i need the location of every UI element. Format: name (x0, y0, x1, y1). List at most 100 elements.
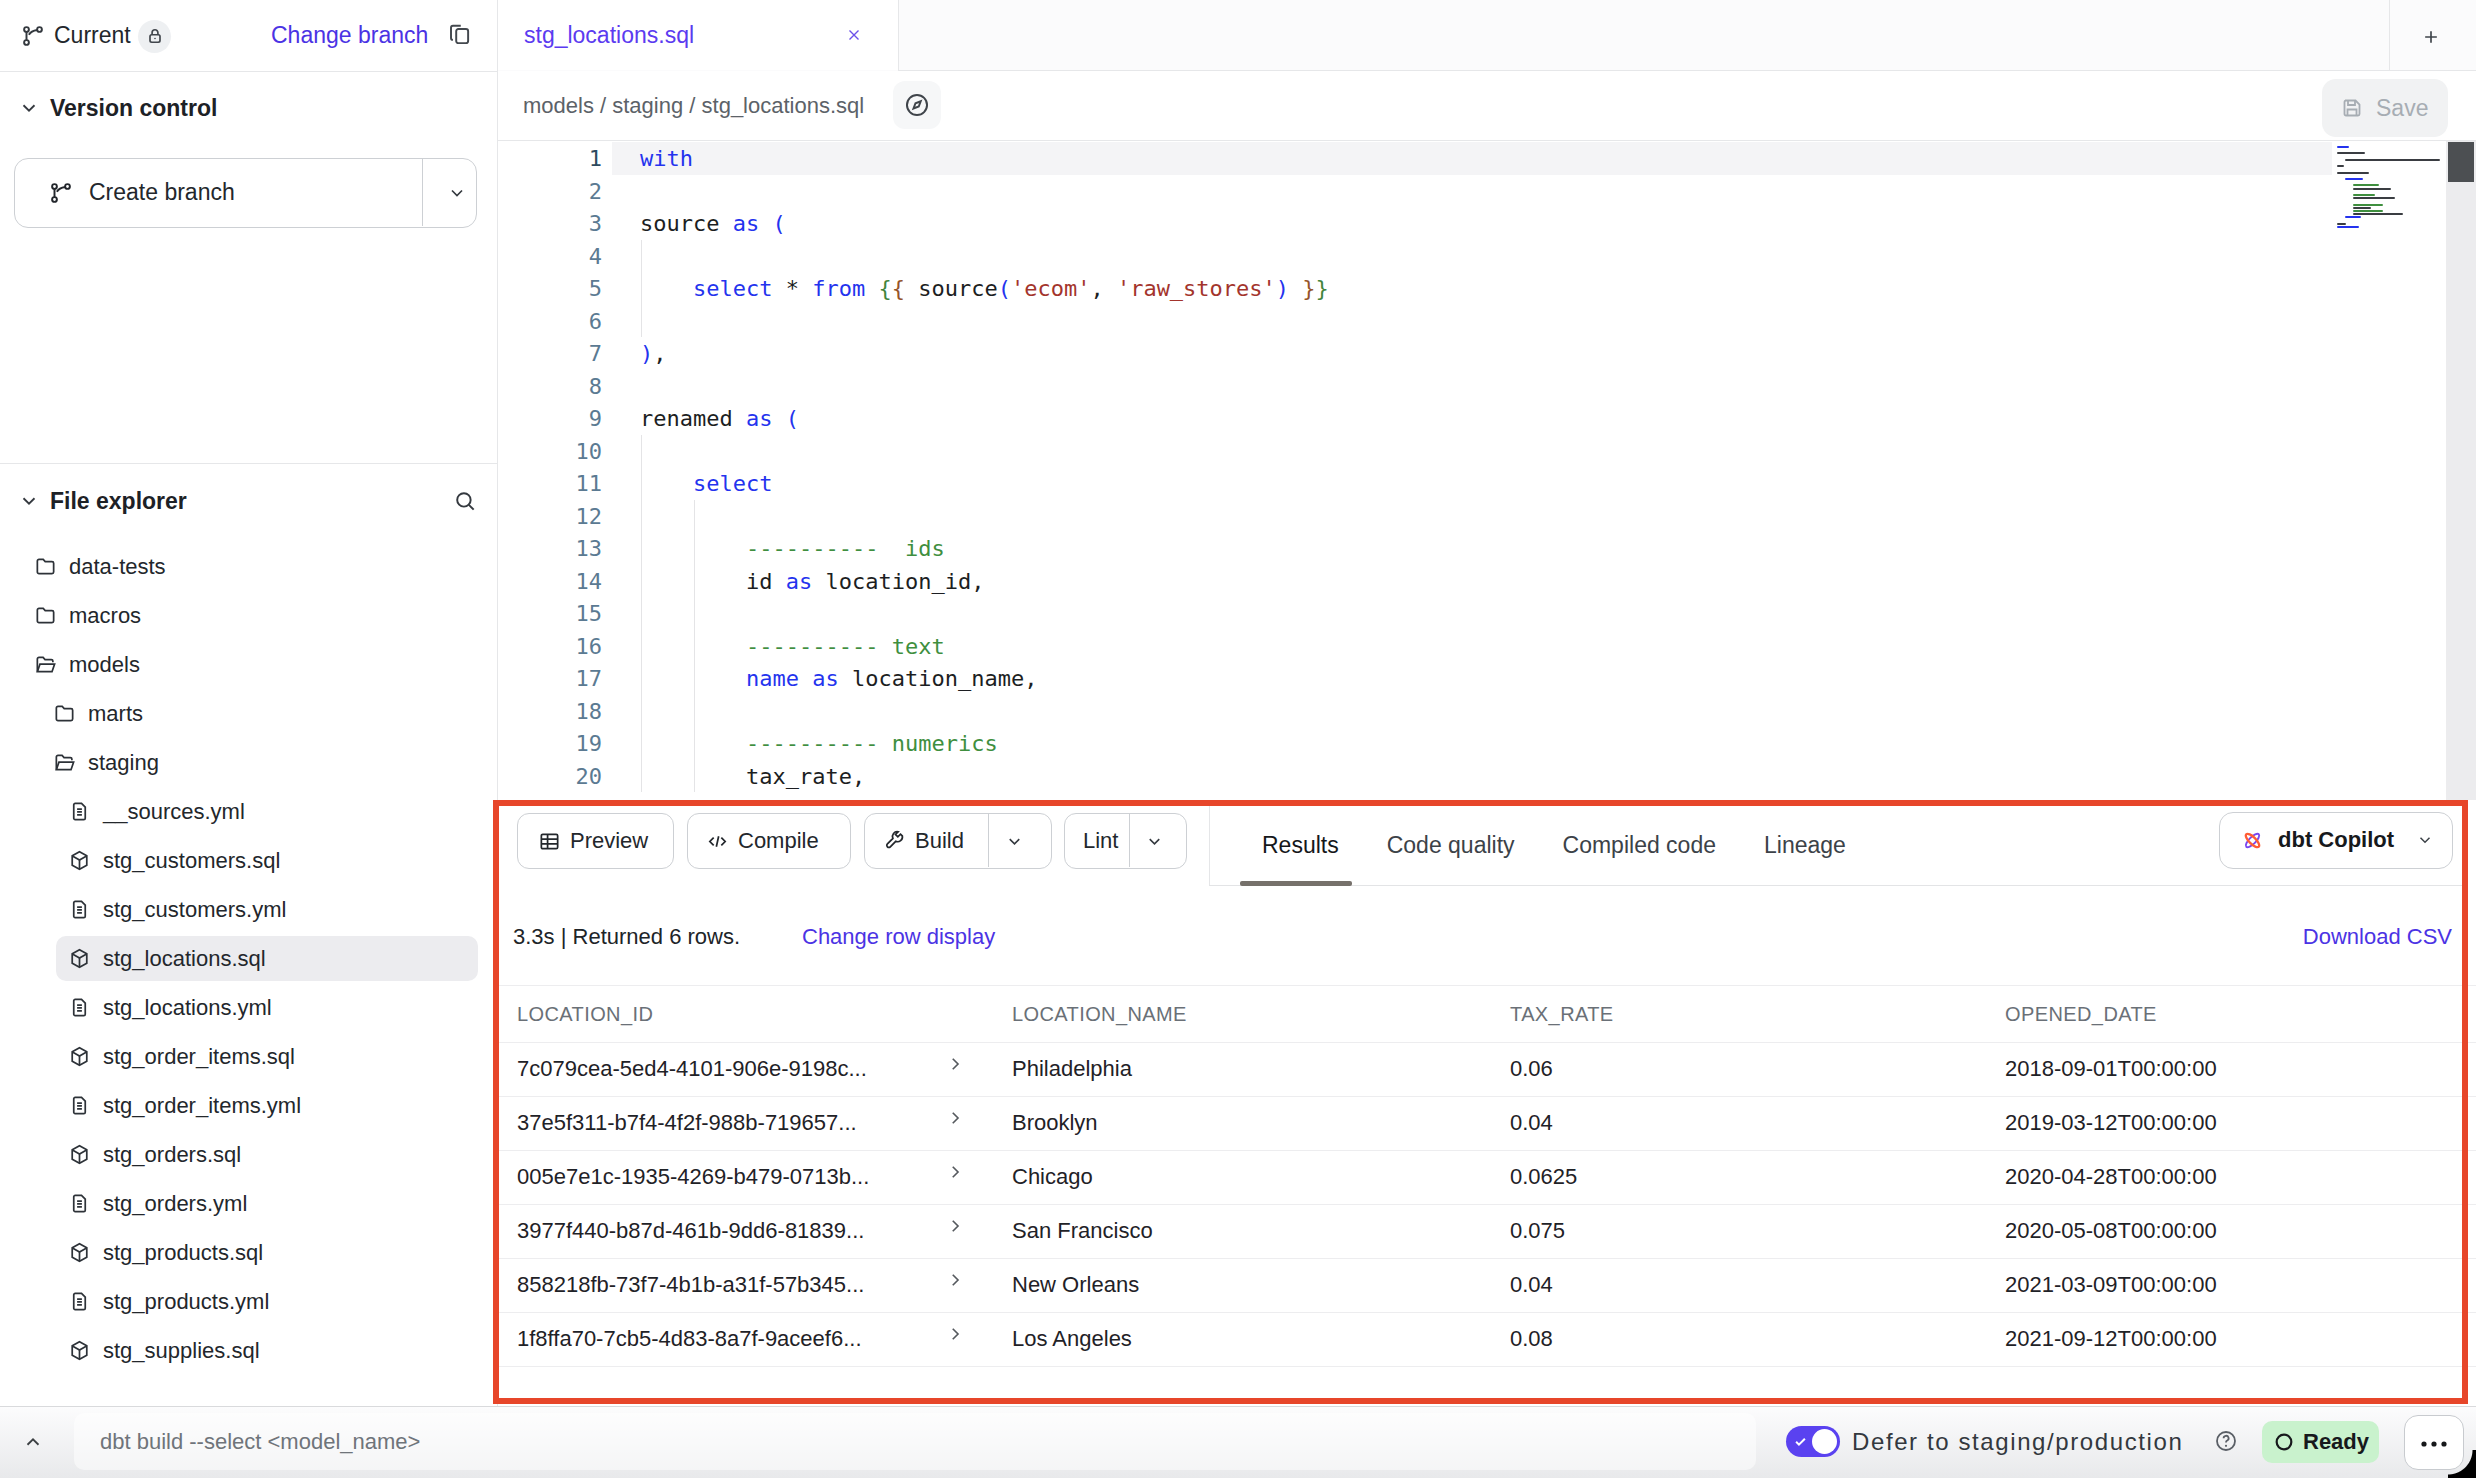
create-branch-dropdown[interactable] (447, 183, 467, 203)
file-tree-item--sources-yml[interactable]: __sources.yml (0, 787, 497, 836)
panel-tab-compiled-code[interactable]: Compiled code (1563, 832, 1716, 859)
check-icon (1793, 1434, 1808, 1449)
expand-row-chevron-icon[interactable] (946, 1217, 964, 1235)
file-tree-item-stg-locations-yml[interactable]: stg_locations.yml (0, 983, 497, 1032)
model-icon (68, 849, 91, 872)
file-tree-item-stg-customers-yml[interactable]: stg_customers.yml (0, 885, 497, 934)
line-number: 5 (498, 272, 602, 305)
file-name: stg_customers.yml (103, 885, 286, 934)
dbt-copilot-button[interactable]: dbt Copilot (2219, 812, 2453, 869)
breadcrumb: models / staging / stg_locations.sql (523, 71, 864, 140)
file-name: data-tests (69, 542, 166, 591)
file-name: macros (69, 591, 141, 640)
minimap-line (2337, 223, 2346, 225)
line-number: 13 (498, 532, 602, 565)
model-icon (68, 1045, 91, 1068)
compass-button[interactable] (893, 81, 941, 129)
file-tree-item-models[interactable]: models (0, 640, 497, 689)
panel-tab-results[interactable]: Results (1262, 832, 1339, 859)
build-dropdown-chevron[interactable] (1005, 832, 1024, 851)
file-tree-item-marts[interactable]: marts (0, 689, 497, 738)
code-line-11: select (640, 467, 772, 500)
column-header-location_id[interactable]: LOCATION_ID (517, 986, 653, 1042)
save-button[interactable]: Save (2322, 79, 2448, 137)
minimap-line (2353, 197, 2395, 199)
file-tree-item-stg-orders-yml[interactable]: stg_orders.yml (0, 1179, 497, 1228)
file-name: __sources.yml (103, 787, 245, 836)
file-name: stg_supplies.sql (103, 1326, 260, 1375)
panel-tab-code-quality[interactable]: Code quality (1387, 832, 1515, 859)
file-tree-item-staging[interactable]: staging (0, 738, 497, 787)
tab-title[interactable]: stg_locations.sql (524, 0, 694, 70)
code-line-9: renamed as ( (640, 402, 799, 435)
column-header-opened_date[interactable]: OPENED_DATE (2005, 986, 2157, 1042)
lint-button[interactable]: Lint (1064, 813, 1187, 869)
defer-label: Defer to staging/production (1852, 1406, 2183, 1478)
column-header-location_name[interactable]: LOCATION_NAME (1012, 986, 1187, 1042)
version-control-chevron-icon[interactable] (18, 97, 40, 119)
new-tab-plus-icon[interactable] (2421, 27, 2441, 47)
cell: 0.0625 (1510, 1150, 1577, 1204)
editor-scrollbar-track[interactable] (2446, 141, 2476, 800)
file-tree-item-stg-products-sql[interactable]: stg_products.sql (0, 1228, 497, 1277)
expand-row-chevron-icon[interactable] (946, 1055, 964, 1073)
compile-button[interactable]: Compile (687, 813, 851, 869)
file-tree-item-stg-order-items-sql[interactable]: stg_order_items.sql (0, 1032, 497, 1081)
panel-tab-lineage[interactable]: Lineage (1764, 832, 1846, 859)
code-line-14: id as location_id, (640, 565, 984, 598)
cell: Philadelphia (1012, 1042, 1132, 1096)
copy-icon[interactable] (447, 22, 473, 48)
create-branch-split-divider (422, 159, 423, 226)
cell: 37e5f311-b7f4-4f2f-988b-719657... (517, 1096, 857, 1150)
file-tree-item-stg-supplies-sql[interactable]: stg_supplies.sql (0, 1326, 497, 1375)
close-icon[interactable] (845, 26, 863, 44)
editor-scrollbar-thumb[interactable] (2448, 142, 2474, 182)
preview-label: Preview (570, 814, 648, 867)
expand-row-chevron-icon[interactable] (946, 1325, 964, 1343)
file-tree-item-stg-products-yml[interactable]: stg_products.yml (0, 1277, 497, 1326)
file-tree-item-macros[interactable]: macros (0, 591, 497, 640)
create-branch-button[interactable]: Create branch (14, 158, 477, 228)
cell: 2020-04-28T00:00:00 (2005, 1150, 2217, 1204)
change-branch-link[interactable]: Change branch (271, 0, 428, 71)
search-icon[interactable] (452, 488, 478, 514)
line-number: 11 (498, 467, 602, 500)
lint-dropdown-chevron[interactable] (1145, 832, 1164, 851)
file-tree-item-stg-orders-sql[interactable]: stg_orders.sql (0, 1130, 497, 1179)
help-question-icon[interactable] (2214, 1429, 2238, 1453)
chevron-up-icon[interactable] (22, 1431, 44, 1453)
model-icon (68, 1339, 91, 1362)
expand-row-chevron-icon[interactable] (946, 1163, 964, 1181)
model-icon (68, 1241, 91, 1264)
compile-label: Compile (738, 814, 819, 867)
file-name: stg_products.yml (103, 1277, 269, 1326)
command-input[interactable]: dbt build --select <model_name> (74, 1413, 1756, 1470)
copilot-dropdown-chevron[interactable] (2416, 831, 2434, 849)
cell: 0.04 (1510, 1096, 1553, 1150)
file-explorer-chevron-icon[interactable] (18, 490, 40, 512)
change-row-display-link[interactable]: Change row display (802, 910, 995, 964)
line-number: 1 (498, 142, 602, 175)
file-tree-item-data-tests[interactable]: data-tests (0, 542, 497, 591)
preview-button[interactable]: Preview (517, 813, 674, 869)
build-button[interactable]: Build (864, 813, 1052, 869)
panel-tabs: Results Code quality Compiled code Lineage (1262, 806, 1846, 885)
line-number: 15 (498, 597, 602, 630)
file-name: stg_order_items.yml (103, 1081, 301, 1130)
preview-table-icon (538, 830, 561, 853)
create-branch-label: Create branch (89, 159, 235, 226)
file-name: stg_locations.sql (103, 934, 266, 983)
current-branch-label: Current (54, 0, 131, 71)
ready-status-badge[interactable]: Ready (2262, 1421, 2379, 1463)
file-icon (68, 800, 91, 823)
defer-toggle[interactable] (1786, 1426, 1840, 1457)
column-header-tax_rate[interactable]: TAX_RATE (1510, 986, 1614, 1042)
table-top-border (498, 985, 2476, 986)
expand-row-chevron-icon[interactable] (946, 1271, 964, 1289)
file-tree-item-stg-locations-sql[interactable]: stg_locations.sql (0, 934, 497, 983)
file-tree-item-stg-order-items-yml[interactable]: stg_order_items.yml (0, 1081, 497, 1130)
line-number: 17 (498, 662, 602, 695)
download-csv-link[interactable]: Download CSV (2252, 910, 2452, 964)
expand-row-chevron-icon[interactable] (946, 1109, 964, 1127)
file-tree-item-stg-customers-sql[interactable]: stg_customers.sql (0, 836, 497, 885)
